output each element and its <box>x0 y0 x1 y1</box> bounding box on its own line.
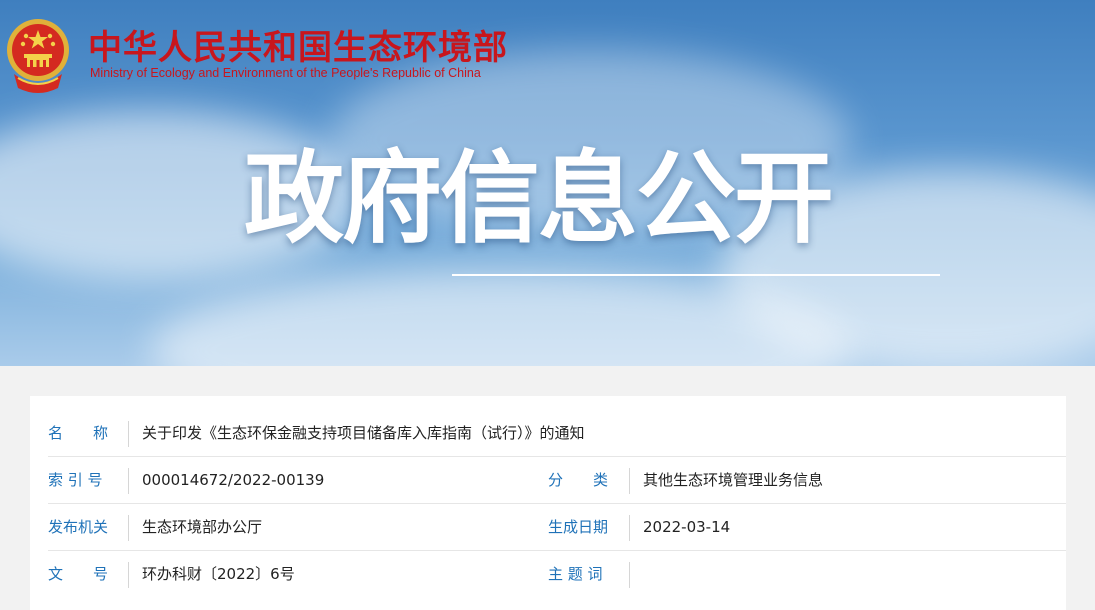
index-number: 000014672/2022-00139 <box>142 471 325 489</box>
info-label: 生成日期 <box>548 518 609 536</box>
info-row-docnum: 文 号 环办科财〔2022〕6号 主 题 词 <box>48 551 1066 597</box>
heading-underline <box>452 274 940 276</box>
info-table: 名 称 关于印发《生态环保金融支持项目储备库入库指南（试行）》的通知 索 引 号… <box>30 396 1066 610</box>
info-row-issuer: 发布机关 生态环境部办公厅 生成日期 2022-03-14 <box>48 504 1066 551</box>
national-emblem-icon[interactable] <box>4 14 72 94</box>
header-banner: 中华人民共和国生态环境部 Ministry of Ecology and Env… <box>0 0 1095 366</box>
info-row-index: 索 引 号 000014672/2022-00139 分 类 其他生态环境管理业… <box>48 457 1066 504</box>
label-divider <box>128 562 129 588</box>
info-label: 文 号 <box>48 565 109 583</box>
info-label: 分 类 <box>548 471 609 489</box>
document-title: 关于印发《生态环保金融支持项目储备库入库指南（试行）》的通知 <box>142 424 585 442</box>
category-value: 其他生态环境管理业务信息 <box>643 471 824 489</box>
label-divider <box>629 515 630 541</box>
label-divider <box>629 468 630 494</box>
label-divider <box>128 515 129 541</box>
info-row-name: 名 称 关于印发《生态环保金融支持项目储备库入库指南（试行）》的通知 <box>48 410 1066 457</box>
label-divider <box>128 468 129 494</box>
label-divider <box>629 562 630 588</box>
page-heading: 政府信息公开 <box>244 140 834 257</box>
info-label: 名 称 <box>48 424 109 442</box>
issuing-authority: 生态环境部办公厅 <box>142 518 263 536</box>
creation-date: 2022-03-14 <box>643 518 731 536</box>
info-label: 发布机关 <box>48 518 109 536</box>
info-label: 主 题 词 <box>548 565 603 583</box>
document-number: 环办科财〔2022〕6号 <box>142 565 295 583</box>
ministry-name-cn[interactable]: 中华人民共和国生态环境部 <box>88 20 508 69</box>
ministry-name-en[interactable]: Ministry of Ecology and Environment of t… <box>90 66 481 80</box>
info-label: 索 引 号 <box>48 471 103 489</box>
label-divider <box>128 421 129 447</box>
